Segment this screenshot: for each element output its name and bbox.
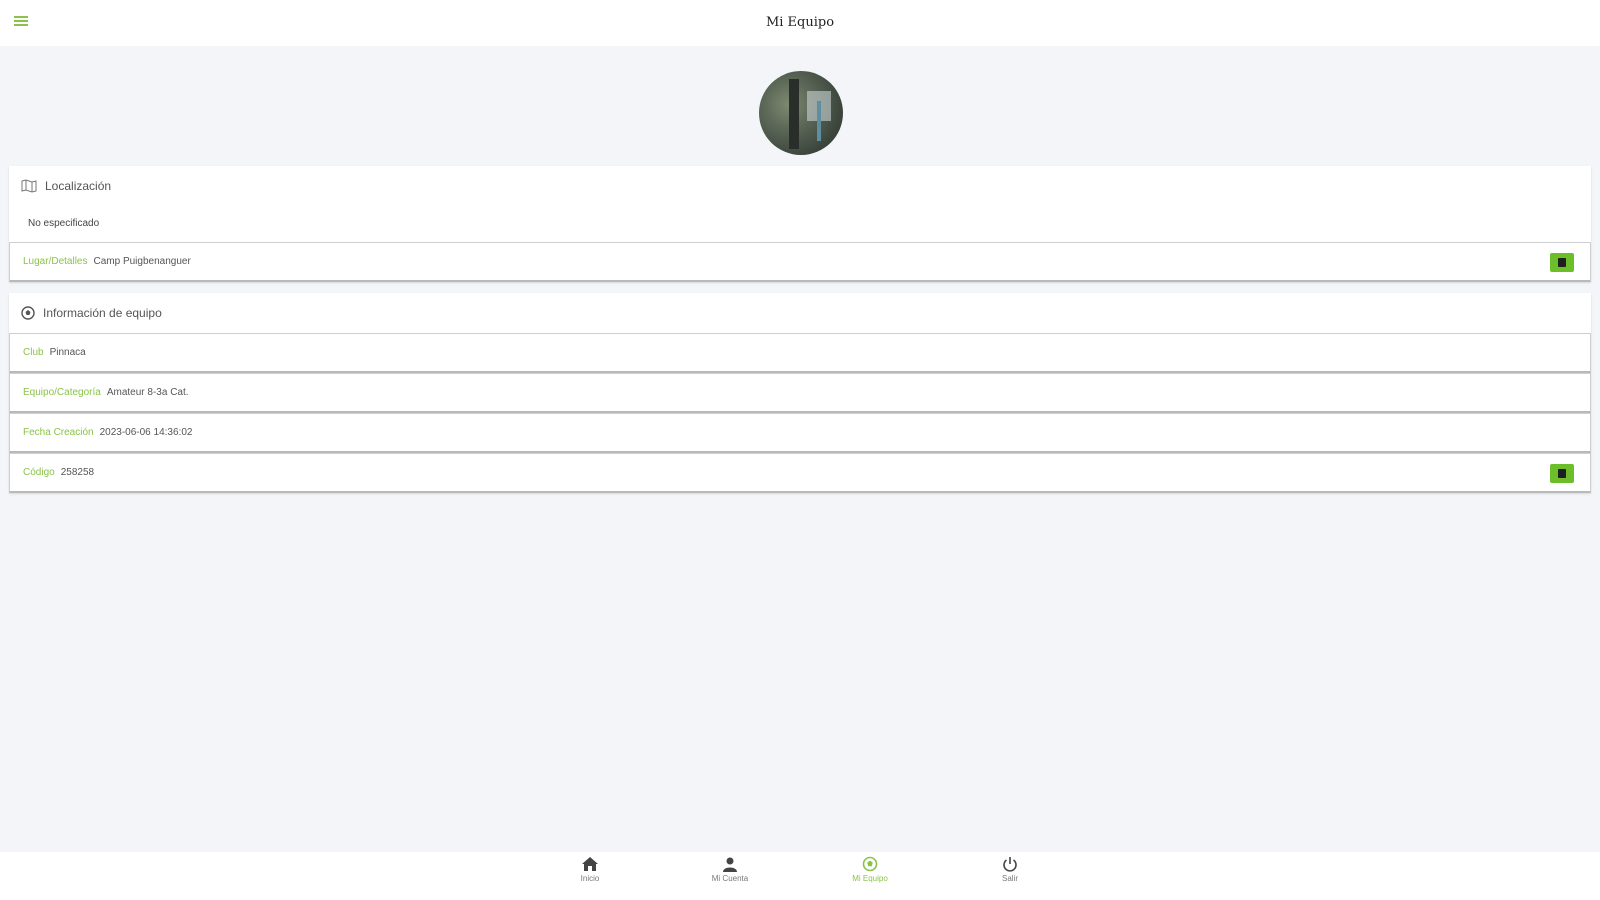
row-value: Camp Puigbenanguer [93, 256, 191, 267]
location-card: Localización No especificado Lugar/Detal… [9, 166, 1591, 282]
team-card-header: Información de equipo [9, 293, 1591, 333]
tab-my-account[interactable]: Mi Cuenta [700, 856, 760, 883]
row-label: Código [23, 467, 55, 478]
copy-code-button[interactable] [1550, 464, 1574, 483]
tab-label: Salir [1001, 874, 1018, 883]
row-label: Fecha Creación [23, 427, 94, 438]
club-row: Club Pinnaca [9, 333, 1591, 373]
row-value: 2023-06-06 14:36:02 [99, 427, 193, 438]
soccer-ball-icon [862, 856, 878, 872]
page-title: Mi Equipo [765, 15, 835, 30]
team-category-row: Equipo/Categoría Amateur 8-3a Cat. [9, 373, 1591, 413]
row-label: Equipo/Categoría [23, 387, 101, 398]
map-icon [21, 179, 37, 193]
team-info-card: Información de equipo Club Pinnaca Equip… [9, 293, 1591, 493]
row-label: Club [23, 347, 44, 358]
tab-label: Mi Equipo [852, 874, 888, 883]
tab-home[interactable]: Inicio [560, 856, 620, 883]
team-card-title: Información de equipo [43, 306, 162, 320]
location-not-specified: No especificado [28, 218, 100, 229]
creation-date-row: Fecha Creación 2023-06-06 14:36:02 [9, 413, 1591, 453]
row-value: Pinnaca [49, 347, 86, 358]
location-details-row: Lugar/Detalles Camp Puigbenanguer [9, 242, 1591, 282]
tab-logout[interactable]: Salir [980, 856, 1040, 883]
home-icon [582, 857, 598, 871]
power-icon [1003, 857, 1017, 872]
soccer-ball-icon [21, 306, 35, 320]
copy-location-button[interactable] [1550, 253, 1574, 272]
tab-my-team[interactable]: Mi Equipo [840, 856, 900, 883]
header-bar: Mi Equipo [0, 0, 1600, 46]
team-avatar [759, 71, 843, 155]
user-icon [723, 857, 737, 872]
code-row: Código 258258 [9, 453, 1591, 493]
tab-label: Inicio [580, 874, 600, 883]
row-label: Lugar/Detalles [23, 256, 88, 267]
tab-label: Mi Cuenta [711, 874, 749, 883]
row-value: Amateur 8-3a Cat. [106, 387, 189, 398]
bottom-tab-bar: Inicio Mi Cuenta Mi Equipo Salir [0, 852, 1600, 900]
row-value: 258258 [60, 467, 95, 478]
location-card-title: Localización [45, 179, 112, 193]
location-card-header: Localización [9, 166, 1591, 206]
